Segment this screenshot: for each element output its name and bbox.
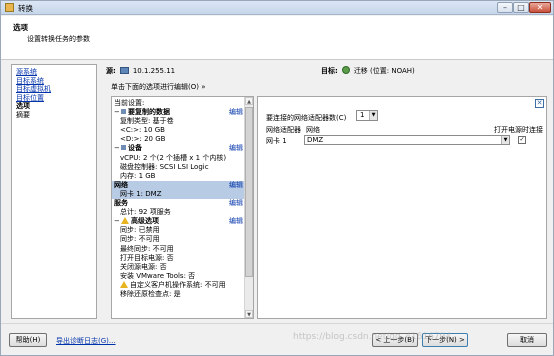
network-select[interactable]: DMZ ▼ [304, 135, 510, 145]
tree-line: 同步: 已禁用 [120, 226, 160, 235]
settings-tree: 当前设置: − 要复制的数据 编辑 复制类型: 基于卷 <C:>: 10 GB <… [111, 96, 254, 319]
scroll-up-icon[interactable]: ▲ [245, 97, 253, 105]
edit-link-devices[interactable]: 编辑 [229, 144, 243, 153]
app-icon [5, 3, 14, 12]
tree-line: 打开目标电源: 否 [120, 253, 174, 262]
device-icon [121, 145, 126, 151]
scroll-down-icon[interactable]: ▼ [245, 310, 253, 318]
warning-icon [120, 280, 128, 288]
collapse-icon: − [114, 144, 120, 153]
target-info: 目标: 迁移 (位置: NOAH) [321, 66, 415, 76]
migrate-icon [341, 66, 350, 74]
window-title: 转换 [18, 4, 33, 13]
cancel-button[interactable]: 取消 [507, 333, 547, 347]
tree-line-warning: 自定义客户机操作系统: 不可用 [112, 280, 245, 290]
adapter-count-select[interactable]: 1 ▼ [356, 110, 378, 121]
tree-line: 总计: 92 项服务 [120, 208, 171, 217]
nav-item-target-system[interactable]: 目标系统 [16, 77, 92, 86]
tree-line: 移除还原检查点: 是 [120, 289, 181, 298]
connect-at-power-on-checkbox[interactable]: ✓ [518, 136, 526, 144]
tree-section-network[interactable]: 网络 编辑 [112, 180, 245, 190]
vm-icon [119, 67, 129, 74]
nav-item-summary: 摘要 [16, 110, 30, 119]
maximize-button[interactable]: □ [513, 2, 529, 13]
minimize-button[interactable]: – [497, 2, 513, 13]
page-title: 选项 [13, 23, 28, 32]
export-diagnostics-link[interactable]: 导出诊断日志(G)... [56, 336, 116, 346]
collapse-icon: − [114, 108, 120, 117]
scroll-thumb[interactable] [245, 107, 253, 277]
adapter-count-label: 要连接的网络适配器数(C) [266, 114, 347, 122]
network-value: DMZ [307, 136, 324, 144]
nav-item-target-vm[interactable]: 目标虚拟机 [16, 85, 92, 94]
page-subtitle: 设置转换任务的参数 [27, 35, 90, 43]
footer-bar: 帮助(H) 导出诊断日志(G)... < 上一步(B) 下一步(N) > 取消 [1, 323, 553, 355]
source-label: 源: [106, 67, 116, 75]
tree-line: 磁盘控制器: SCSI LSI Logic [120, 162, 209, 171]
column-header-network: 网络 [306, 126, 320, 134]
collapse-icon: − [114, 217, 120, 226]
target-value: 迁移 (位置: NOAH) [353, 67, 415, 75]
help-button[interactable]: 帮助(H) [9, 333, 47, 347]
panel-close-icon[interactable]: ✕ [535, 99, 544, 108]
column-header-connect: 打开电源时连接 [494, 126, 543, 134]
warning-icon [121, 217, 129, 225]
tree-line: 安装 VMware Tools: 否 [120, 271, 196, 280]
title-bar: 转换 – □ ✕ [1, 1, 553, 15]
tree-line: 关闭源电源: 否 [120, 262, 167, 271]
column-header-adapter: 网络适配器 [266, 126, 301, 134]
page-header: 选项 设置转换任务的参数 [1, 16, 553, 60]
edit-link-copy[interactable]: 编辑 [229, 108, 243, 117]
tree-line: vCPU: 2 个(2 个插槽 x 1 个内核) [120, 153, 227, 162]
section-title: 高级选项 [131, 217, 159, 226]
section-title: 服务 [114, 199, 128, 208]
close-button[interactable]: ✕ [529, 2, 551, 13]
tree-line: 内存: 1 GB [120, 171, 156, 180]
nav-item-source-system[interactable]: 源系统 [16, 68, 92, 77]
tree-header: 当前设置: [114, 99, 145, 107]
target-label: 目标: [321, 67, 338, 75]
nav-item-options: 选项 [16, 102, 30, 110]
chevron-down-icon: ▼ [501, 136, 509, 144]
tree-section-devices[interactable]: − 设备 编辑 [112, 144, 245, 153]
watermark: https://blog.csdn.net/qq_41616794 [293, 332, 452, 342]
source-value: 10.1.255.11 [132, 67, 176, 75]
edit-instruction: 单击下面的选项进行编辑(O) » [111, 83, 206, 91]
adapter-name: 网卡 1 [266, 137, 287, 145]
disk-icon [121, 109, 126, 115]
tree-scrollbar[interactable]: ▲ ▼ [244, 97, 253, 318]
section-title: 设备 [128, 144, 142, 153]
tree-section-advanced[interactable]: − 高级选项 编辑 [112, 217, 245, 226]
source-info: 源: 10.1.255.11 [106, 66, 175, 76]
adapter-count-value: 1 [360, 111, 365, 119]
converter-window: 转换 – □ ✕ 选项 设置转换任务的参数 源系统 目标系统 目标虚拟机 目标位… [0, 0, 554, 356]
chevron-down-icon: ▼ [369, 111, 377, 120]
edit-link-services[interactable]: 编辑 [229, 199, 243, 208]
tree-line: 网卡 1: DMZ [112, 189, 245, 200]
section-title: 要复制的数据 [128, 108, 170, 117]
network-panel: ✕ 要连接的网络适配器数(C) 1 ▼ 网络适配器 网络 打开电源时连接 网卡 … [257, 96, 547, 319]
tree-line: 复制类型: 基于卷 [120, 117, 174, 126]
nav-item-target-location[interactable]: 目标位置 [16, 94, 92, 103]
tree-line: 同步: 不可用 [120, 235, 160, 244]
section-title: 网络 [114, 180, 128, 189]
wizard-nav: 源系统 目标系统 目标虚拟机 目标位置 选项 摘要 [11, 64, 97, 319]
warning-text: 自定义客户机操作系统: 不可用 [130, 280, 226, 289]
tree-section-services[interactable]: 服务 编辑 [112, 199, 245, 208]
tree-line: 最终同步: 不可用 [120, 244, 174, 253]
tree-section-copy[interactable]: − 要复制的数据 编辑 [112, 108, 245, 117]
edit-link-network[interactable]: 编辑 [229, 181, 243, 190]
tree-line: <C:>: 10 GB [120, 126, 165, 135]
edit-link-advanced[interactable]: 编辑 [229, 217, 243, 226]
